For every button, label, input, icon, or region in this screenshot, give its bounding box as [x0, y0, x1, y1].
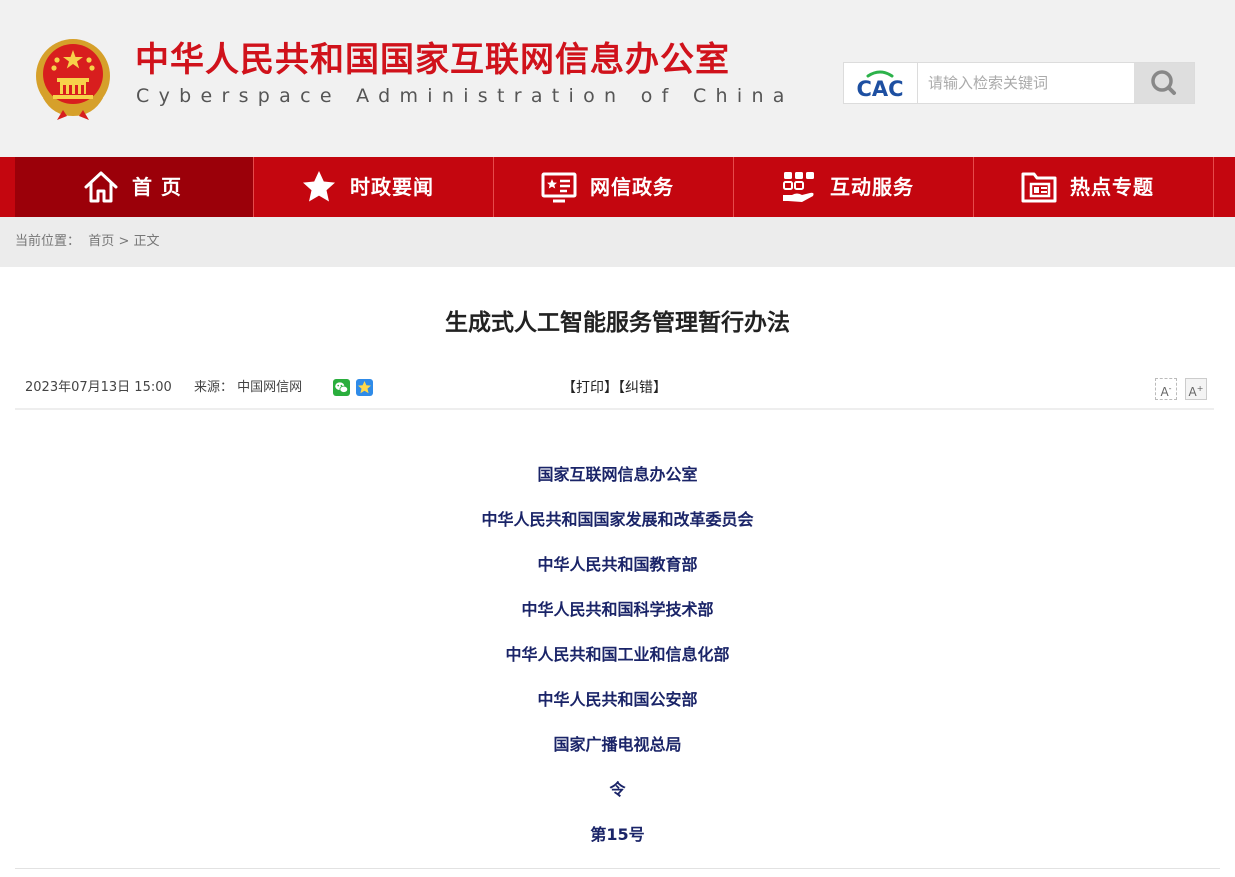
monitor-icon	[541, 172, 577, 203]
article-body-line: 国家广播电视总局	[553, 735, 682, 754]
interaction-icon	[783, 172, 814, 202]
breadcrumb-home-link[interactable]: 首页	[88, 234, 114, 249]
nav-item-label: 时政要闻	[350, 175, 434, 199]
cac-logo-text: CAC	[856, 77, 903, 101]
search-box: CAC	[843, 62, 1195, 104]
breadcrumb-current: 正文	[133, 234, 160, 249]
nav-item-label: 互动服务	[830, 175, 914, 199]
nav-item-affairs[interactable]: 网信政务	[495, 157, 734, 217]
nav-item-label: 网信政务	[590, 175, 674, 199]
home-icon	[84, 171, 118, 203]
star-icon	[303, 171, 335, 202]
national-emblem-icon[interactable]	[33, 36, 113, 120]
article-body-line: 中华人民共和国工业和信息化部	[505, 645, 730, 664]
font-smaller-button[interactable]: A-	[1155, 378, 1177, 400]
breadcrumb: 当前位置： 首页 > 正文	[15, 233, 160, 251]
breadcrumb-bar: 当前位置： 首页 > 正文	[0, 217, 1235, 267]
nav-item-topics[interactable]: 热点专题	[975, 157, 1214, 217]
article-body-line: 中华人民共和国教育部	[537, 555, 698, 574]
nav-item-news[interactable]: 时政要闻	[255, 157, 494, 217]
site-header: 中华人民共和国国家互联网信息办公室 Cyberspace Administrat…	[0, 0, 1235, 157]
nav-item-interaction[interactable]: 互动服务	[735, 157, 974, 217]
article-title: 生成式人工智能服务管理暂行办法	[445, 310, 790, 336]
article-body-line: 中华人民共和国国家发展和改革委员会	[481, 510, 754, 529]
breadcrumb-prefix: 当前位置：	[15, 234, 81, 249]
site-title: 中华人民共和国国家互联网信息办公室	[135, 40, 730, 80]
correction-link[interactable]: 【纠错】	[618, 380, 667, 396]
divider	[15, 868, 1220, 869]
breadcrumb-separator: >	[118, 234, 130, 249]
font-larger-label: A	[1188, 385, 1197, 399]
cac-logo-icon: CAC	[856, 70, 904, 101]
cac-logo: CAC	[844, 63, 918, 103]
print-link[interactable]: 【打印】	[562, 380, 618, 396]
article-body-line: 第15号	[590, 825, 645, 844]
search-input[interactable]	[918, 63, 1144, 103]
nav-item-label: 热点专题	[1070, 175, 1154, 199]
search-button[interactable]	[1134, 63, 1194, 103]
folder-icon	[1021, 172, 1057, 203]
article-body-line: 中华人民共和国科学技术部	[521, 600, 714, 619]
article-body-line: 中华人民共和国公安部	[537, 690, 698, 709]
search-icon	[1151, 70, 1176, 95]
font-smaller-label: A	[1160, 385, 1169, 399]
font-larger-button[interactable]: A+	[1185, 378, 1207, 400]
article-meta: 2023年07月13日 15:00 来源： 中国网信网 【打印】【纠错】 A- …	[15, 372, 1214, 410]
article-actions: 【打印】【纠错】	[15, 379, 1214, 397]
nav-item-home[interactable]: 首 页	[15, 157, 254, 217]
main-nav: 首 页 时政要闻 网信政务 互动服务 热点专题	[0, 157, 1235, 217]
site-subtitle: Cyberspace Administration of China	[136, 85, 794, 107]
article-body-line: 国家互联网信息办公室	[537, 465, 698, 484]
nav-item-label: 首 页	[132, 175, 182, 199]
article-body-line: 令	[609, 780, 626, 799]
